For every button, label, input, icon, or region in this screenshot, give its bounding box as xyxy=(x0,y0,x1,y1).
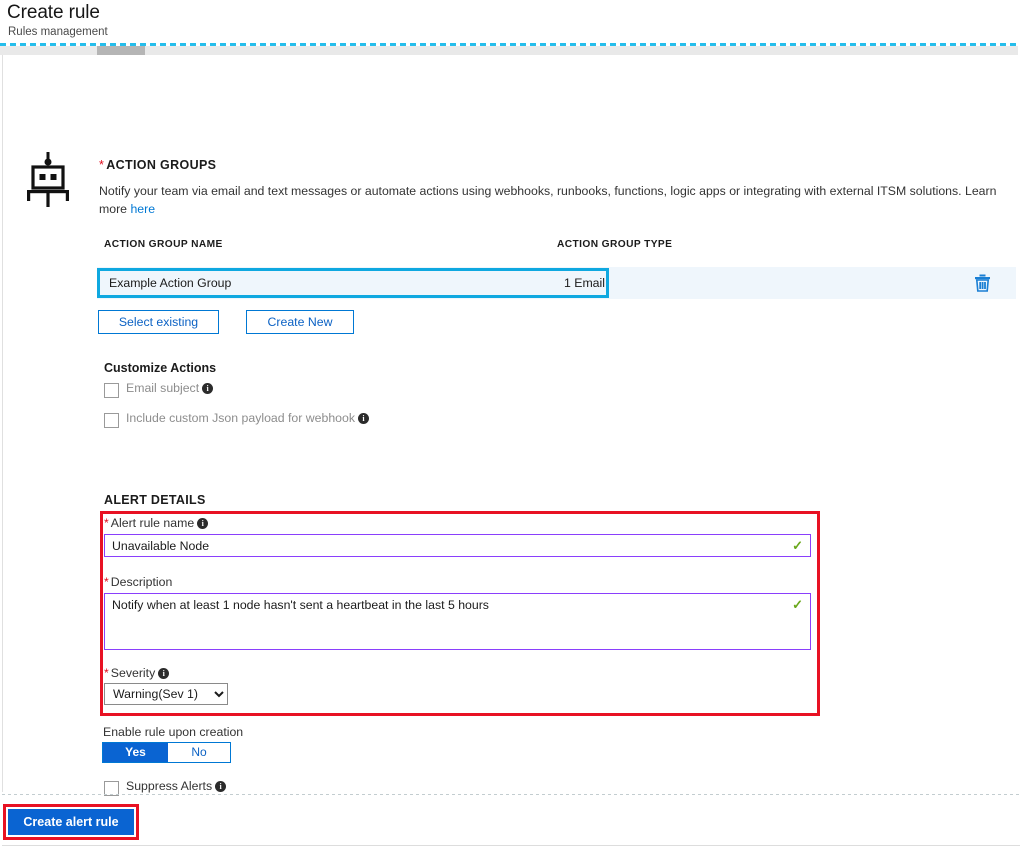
select-existing-button[interactable]: Select existing xyxy=(98,310,219,334)
action-groups-heading: * ACTION GROUPS xyxy=(99,158,216,172)
horizontal-scrollbar-track[interactable] xyxy=(0,46,1018,55)
create-alert-rule-button[interactable]: Create alert rule xyxy=(8,809,134,835)
info-icon[interactable]: i xyxy=(358,413,369,424)
description-label: * Description xyxy=(104,575,172,589)
page-subtitle: Rules management xyxy=(8,26,108,38)
toggle-option-no[interactable]: No xyxy=(168,743,230,762)
required-asterisk: * xyxy=(99,158,105,172)
checkbox-box-icon[interactable] xyxy=(104,383,119,398)
learn-more-link[interactable]: here xyxy=(130,202,155,216)
robot-icon xyxy=(23,152,73,213)
severity-select[interactable]: Critical(Sev 0)Warning(Sev 1)Information… xyxy=(104,683,228,705)
footer-divider xyxy=(2,794,1020,795)
table-row[interactable]: Example Action Group 1 Email xyxy=(97,267,1016,299)
horizontal-scrollbar-thumb[interactable] xyxy=(97,46,145,55)
column-header-action-group-name: ACTION GROUP NAME xyxy=(104,239,223,250)
action-group-type-cell: 1 Email xyxy=(563,276,605,290)
info-icon[interactable]: i xyxy=(215,781,227,792)
description-input[interactable] xyxy=(112,598,782,612)
main-panel: * ACTION GROUPS Notify your team via emai… xyxy=(2,55,1020,796)
enable-rule-toggle[interactable]: Yes No xyxy=(102,742,231,763)
alert-rule-name-field[interactable]: ✓ xyxy=(104,534,811,557)
alert-rule-name-input[interactable] xyxy=(112,539,782,553)
valid-check-icon: ✓ xyxy=(792,597,803,612)
customize-actions-heading: Customize Actions xyxy=(104,361,217,375)
enable-rule-label: Enable rule upon creation xyxy=(103,725,244,739)
required-asterisk: * xyxy=(104,516,109,530)
action-group-name-cell: Example Action Group xyxy=(109,276,232,290)
severity-label-text: Severity xyxy=(110,666,156,680)
trash-icon[interactable] xyxy=(974,274,991,297)
description-field[interactable]: ✓ xyxy=(104,593,811,650)
alert-rule-name-label: * Alert rule name i xyxy=(104,516,209,530)
action-groups-heading-text: ACTION GROUPS xyxy=(106,158,217,172)
info-icon[interactable]: i xyxy=(202,383,214,394)
severity-label: * Severity i xyxy=(104,666,170,680)
valid-check-icon: ✓ xyxy=(792,538,803,553)
checkbox-box-icon[interactable] xyxy=(104,413,119,428)
footer-bottom-border xyxy=(2,845,1020,846)
page-header: Create rule Rules management xyxy=(0,0,1020,42)
required-asterisk: * xyxy=(104,575,109,589)
create-rule-page: Create rule Rules management * ACTION GRO… xyxy=(0,0,1020,847)
page-title: Create rule xyxy=(7,2,100,23)
checkbox-label: Email subject i xyxy=(126,381,214,395)
description-label-text: Description xyxy=(110,575,173,589)
action-groups-description: Notify your team via email and text mess… xyxy=(99,182,1019,218)
alert-details-heading: ALERT DETAILS xyxy=(104,493,206,507)
create-new-button[interactable]: Create New xyxy=(246,310,354,334)
info-icon[interactable]: i xyxy=(158,668,170,679)
checkbox-label: Include custom Json payload for webhook i xyxy=(126,411,369,425)
info-icon[interactable]: i xyxy=(197,518,209,529)
toggle-option-yes[interactable]: Yes xyxy=(103,743,168,762)
checkbox-label: Suppress Alerts i xyxy=(126,779,227,793)
action-groups-description-text: Notify your team via email and text mess… xyxy=(99,184,997,216)
alert-rule-name-label-text: Alert rule name xyxy=(110,516,195,530)
required-asterisk: * xyxy=(104,666,109,680)
column-header-action-group-type: ACTION GROUP TYPE xyxy=(557,239,673,250)
